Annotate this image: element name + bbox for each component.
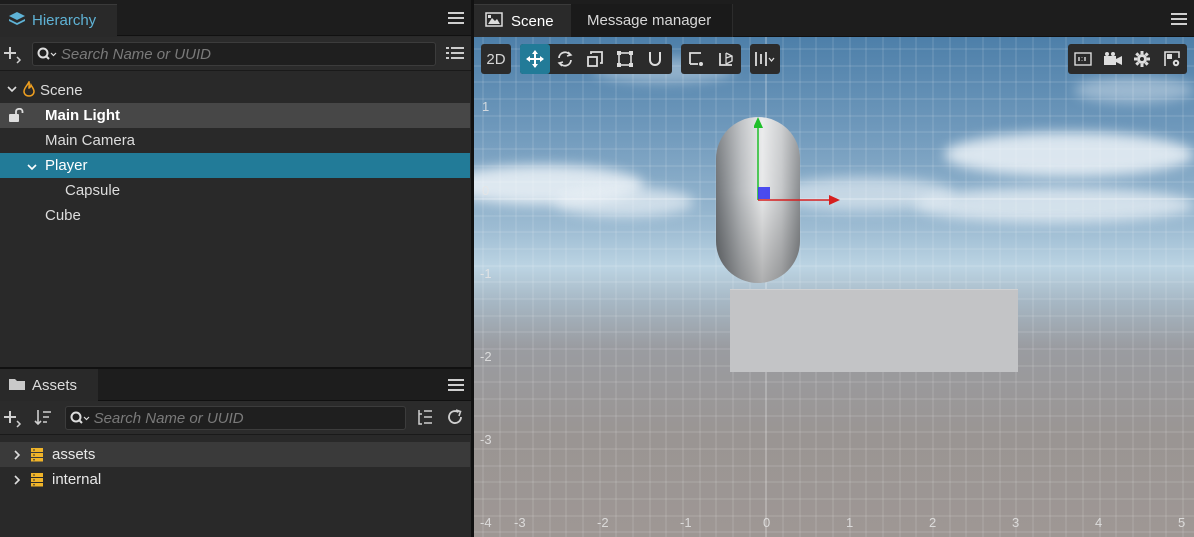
move-tool-icon[interactable] bbox=[520, 44, 550, 74]
scale-tool-icon[interactable] bbox=[580, 44, 610, 74]
transform-tools bbox=[520, 44, 672, 74]
resolution-icon[interactable] bbox=[1068, 44, 1098, 74]
asset-item-assets[interactable]: assets bbox=[0, 442, 470, 467]
tab-message-manager[interactable]: Message manager bbox=[571, 4, 733, 37]
tree-node-capsule[interactable]: Capsule bbox=[0, 178, 470, 203]
tree-node-label: Player bbox=[45, 157, 88, 174]
tree-node-label: Main Camera bbox=[45, 132, 136, 149]
y-axis-label: -3 bbox=[480, 432, 492, 447]
database-icon bbox=[30, 447, 44, 466]
tree-node-scene[interactable]: Scene bbox=[0, 78, 470, 103]
x-axis-label: -3 bbox=[514, 515, 526, 530]
y-axis-label: 0 bbox=[482, 183, 490, 198]
tree-node-label: Scene bbox=[40, 82, 83, 99]
flame-icon bbox=[23, 79, 35, 101]
add-node-icon[interactable] bbox=[1, 44, 23, 64]
y-axis-label: -4 bbox=[480, 515, 492, 530]
search-icon bbox=[66, 407, 94, 429]
scene-tabbar: Scene Message manager bbox=[474, 0, 1194, 37]
x-axis-label: -1 bbox=[680, 515, 692, 530]
sort-icon[interactable] bbox=[32, 408, 54, 428]
left-panel: Hierarchy Scene Main Light bbox=[0, 0, 471, 537]
unlock-icon[interactable] bbox=[8, 107, 24, 126]
hierarchy-toolbar bbox=[0, 37, 471, 71]
list-view-icon[interactable] bbox=[444, 44, 466, 64]
asset-item-internal[interactable]: internal bbox=[0, 467, 470, 492]
folder-icon bbox=[8, 377, 26, 394]
y-axis-label: -2 bbox=[480, 349, 492, 364]
x-axis-label: 4 bbox=[1095, 515, 1103, 530]
rotate-tool-icon[interactable] bbox=[550, 44, 580, 74]
tab-label: Scene bbox=[511, 12, 554, 30]
layers-icon bbox=[8, 11, 26, 30]
snap-magnet-icon[interactable] bbox=[640, 44, 670, 74]
chevron-right-icon[interactable] bbox=[12, 473, 22, 490]
hierarchy-search-input[interactable] bbox=[60, 45, 435, 63]
align-icon bbox=[750, 44, 780, 74]
assets-toolbar bbox=[0, 401, 471, 435]
view-tools bbox=[1068, 44, 1187, 74]
tree-node-label: Capsule bbox=[65, 182, 121, 199]
settings-gear-icon[interactable] bbox=[1128, 44, 1158, 74]
scene-menu-icon[interactable] bbox=[1170, 10, 1188, 28]
x-axis-label: -2 bbox=[597, 515, 609, 530]
view-settings-icon[interactable] bbox=[1157, 44, 1187, 74]
tab-scene[interactable]: Scene bbox=[474, 4, 571, 37]
add-asset-icon[interactable] bbox=[1, 408, 23, 428]
scene-grid bbox=[474, 37, 1194, 537]
camera-icon[interactable] bbox=[1098, 44, 1128, 74]
cube-object[interactable] bbox=[730, 289, 1018, 372]
x-axis-label: 2 bbox=[929, 515, 937, 530]
chevron-right-icon[interactable] bbox=[12, 448, 22, 465]
move-gizmo[interactable] bbox=[754, 115, 844, 205]
tree-node-label: Cube bbox=[45, 207, 81, 224]
hierarchy-menu-icon[interactable] bbox=[447, 9, 465, 27]
search-icon bbox=[33, 43, 61, 65]
assets-menu-icon[interactable] bbox=[447, 376, 465, 394]
scene-image-icon bbox=[485, 11, 503, 31]
x-axis-label: 0 bbox=[763, 515, 771, 530]
tree-node-label: Main Light bbox=[45, 107, 120, 124]
database-icon bbox=[30, 472, 44, 491]
collapse-tree-icon[interactable] bbox=[414, 408, 436, 428]
local-space-icon[interactable] bbox=[711, 44, 741, 74]
assets-search-input[interactable] bbox=[93, 409, 405, 427]
tree-node-player[interactable]: Player bbox=[0, 153, 470, 178]
asset-item-label: internal bbox=[52, 471, 102, 488]
y-axis-label: -1 bbox=[480, 266, 492, 281]
hierarchy-tabbar: Hierarchy bbox=[0, 0, 471, 36]
hierarchy-search[interactable] bbox=[32, 42, 436, 66]
assets-title: Assets bbox=[32, 376, 78, 394]
refresh-icon[interactable] bbox=[444, 408, 466, 428]
assets-search[interactable] bbox=[65, 406, 406, 430]
asset-item-label: assets bbox=[52, 446, 96, 463]
tree-node-main-light[interactable]: Main Light bbox=[0, 103, 470, 128]
align-dropdown[interactable] bbox=[750, 44, 780, 74]
assets-tab[interactable]: Assets bbox=[0, 369, 98, 401]
tree-node-cube[interactable]: Cube bbox=[0, 203, 470, 228]
x-axis-label: 3 bbox=[1012, 515, 1020, 530]
hierarchy-tab[interactable]: Hierarchy bbox=[0, 4, 117, 36]
hierarchy-title: Hierarchy bbox=[32, 12, 97, 29]
scene-panel: Scene Message manager 1 0 -1 -2 -3 -4 -3… bbox=[474, 0, 1194, 537]
chevron-down-icon[interactable] bbox=[5, 84, 19, 97]
pivot-icon[interactable] bbox=[681, 44, 711, 74]
x-axis-label: 1 bbox=[846, 515, 854, 530]
chevron-down-icon[interactable] bbox=[26, 160, 38, 177]
mode-2d-label: 2D bbox=[486, 50, 506, 68]
scene-viewport[interactable]: 1 0 -1 -2 -3 -4 -3 -2 -1 0 1 2 3 4 5 2D bbox=[474, 37, 1194, 537]
x-axis-label: 5 bbox=[1178, 515, 1186, 530]
y-axis-label: 1 bbox=[482, 99, 490, 114]
tree-node-main-camera[interactable]: Main Camera bbox=[0, 128, 470, 153]
rect-tool-icon[interactable] bbox=[610, 44, 640, 74]
pivot-tools bbox=[681, 44, 741, 74]
assets-tabbar: Assets bbox=[0, 369, 471, 401]
mode-2d-toggle[interactable]: 2D bbox=[481, 44, 511, 74]
tab-label: Message manager bbox=[587, 12, 712, 29]
